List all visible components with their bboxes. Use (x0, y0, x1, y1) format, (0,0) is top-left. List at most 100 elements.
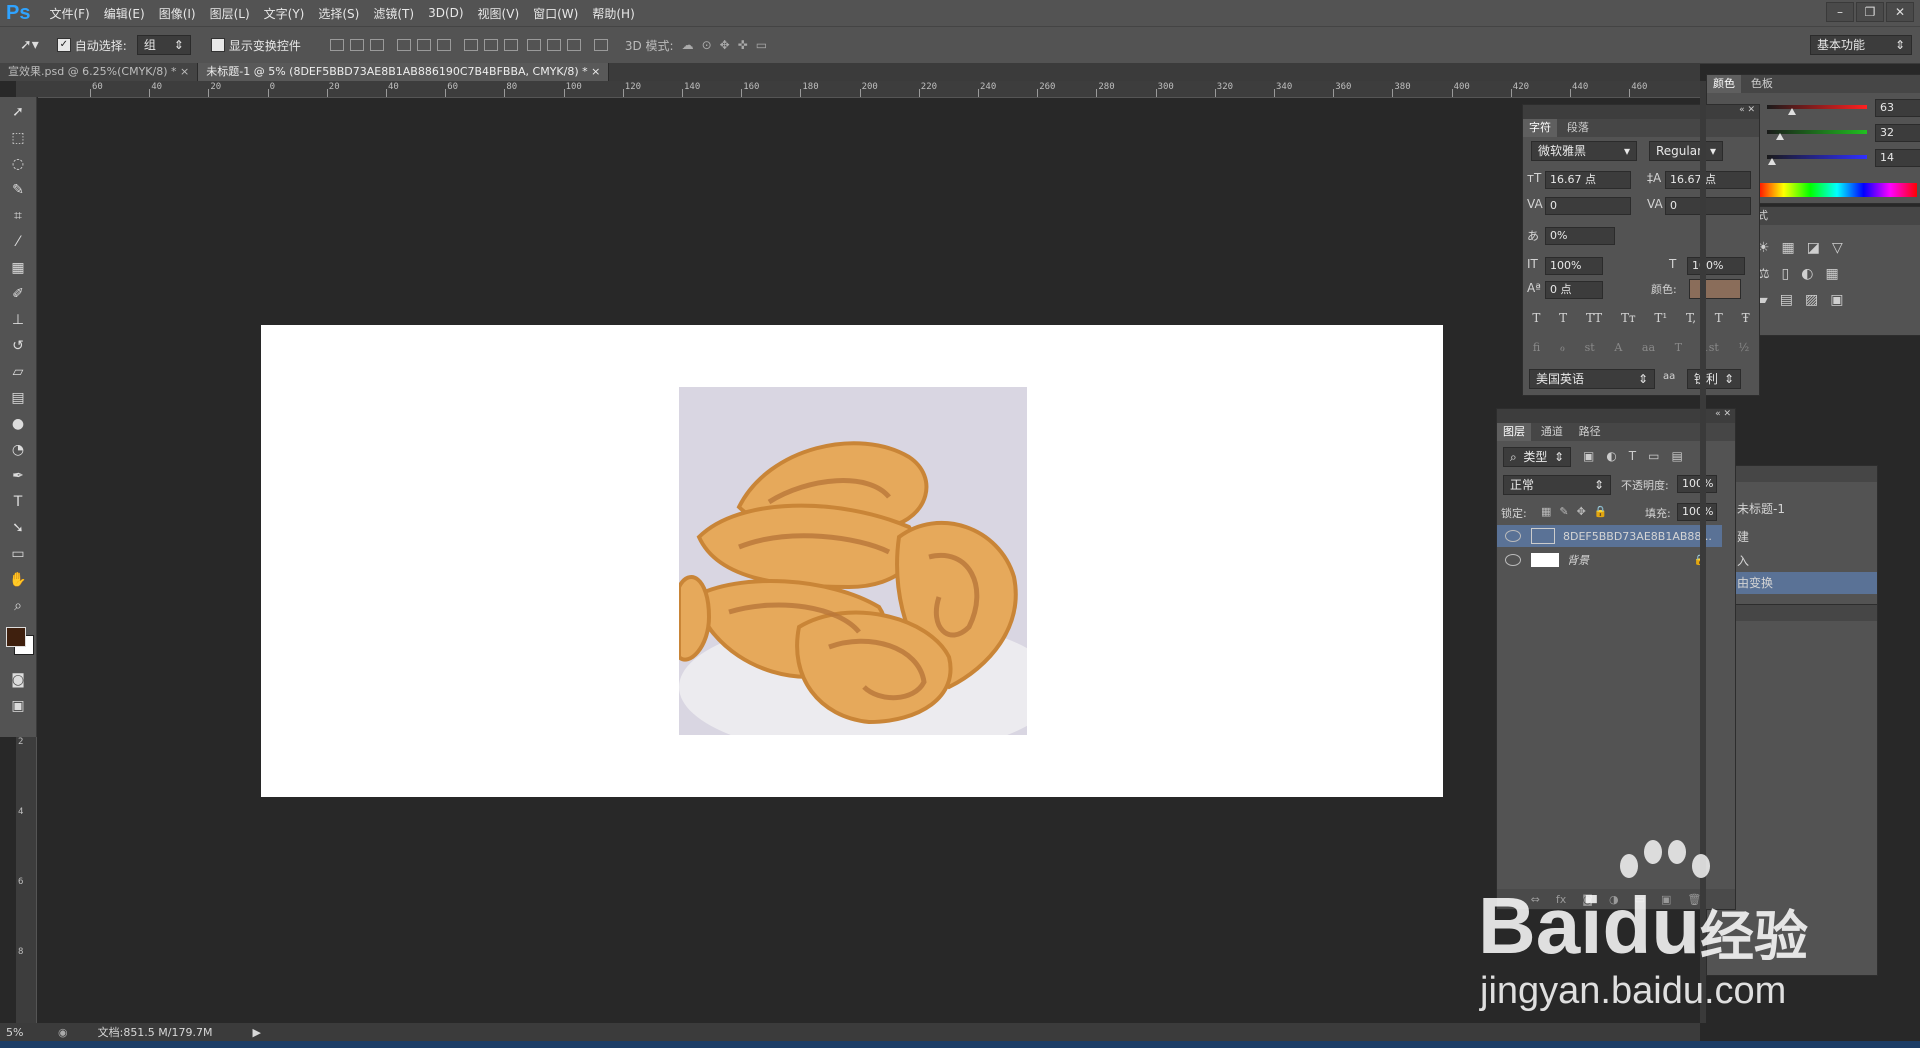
red-slider-thumb[interactable] (1788, 108, 1796, 115)
menu-select[interactable]: 选择(S) (311, 5, 366, 22)
fractions-button[interactable]: ½ (1738, 341, 1749, 354)
eyedropper-tool-icon[interactable]: ⁄ (6, 231, 30, 253)
close-button[interactable]: ✕ (1886, 2, 1914, 22)
distribute-left-icon[interactable] (526, 39, 541, 51)
leading-input[interactable]: 16.67 点 (1665, 171, 1751, 189)
quick-mask-icon[interactable]: ◙ (6, 669, 30, 691)
blend-mode-dropdown[interactable]: 正常 ⇕ (1503, 475, 1611, 495)
pen-tool-icon[interactable]: ✒ (6, 465, 30, 487)
align-left-icon[interactable] (396, 39, 411, 51)
color-spectrum[interactable] (1757, 183, 1917, 197)
opacity-input[interactable]: 100% (1677, 475, 1717, 493)
layer-filter-dropdown[interactable]: ⌕ 类型 ⇕ (1503, 447, 1571, 467)
vertical-scale-input[interactable]: 100% (1545, 257, 1603, 275)
path-select-tool-icon[interactable]: ➘ (6, 517, 30, 539)
tracking-input[interactable]: 0 (1665, 197, 1751, 215)
green-slider-thumb[interactable] (1776, 133, 1784, 140)
distribute-vcenter-icon[interactable] (483, 39, 498, 51)
brush-tool-icon[interactable]: ✐ (6, 283, 30, 305)
layer-filter-icons[interactable]: ▣◐T▭▤ (1583, 449, 1695, 463)
red-slider[interactable] (1767, 105, 1867, 115)
titling-button[interactable]: T (1675, 341, 1682, 354)
green-value[interactable]: 32 (1875, 124, 1920, 142)
alt-ligatures-button[interactable]: ℴ (1560, 341, 1565, 354)
tsume-input[interactable]: 0% (1545, 227, 1615, 245)
menu-type[interactable]: 文字(Y) (257, 5, 312, 22)
eraser-tool-icon[interactable]: ▱ (6, 361, 30, 383)
menu-layer[interactable]: 图层(L) (203, 5, 257, 22)
menu-window[interactable]: 窗口(W) (526, 5, 585, 22)
align-bottom-icon[interactable] (369, 39, 384, 51)
auto-select-dropdown[interactable]: 组 ⇕ (136, 35, 191, 55)
kerning-input[interactable]: 0 (1545, 197, 1631, 215)
auto-align-icon[interactable] (593, 39, 608, 51)
fill-input[interactable]: 100% (1677, 503, 1717, 521)
gradient-tool-icon[interactable]: ▤ (6, 387, 30, 409)
align-hcenter-icon[interactable] (416, 39, 431, 51)
show-transform-checkbox[interactable] (210, 38, 225, 52)
align-right-icon[interactable] (436, 39, 451, 51)
font-style-dropdown[interactable]: Regular ▾ (1649, 141, 1723, 161)
panel-collapse-icon[interactable]: « ✕ (1523, 105, 1759, 119)
subscript-button[interactable]: T, (1686, 311, 1696, 325)
workspace-dropdown[interactable]: 基本功能 ⇕ (1810, 35, 1912, 55)
close-icon[interactable]: × (591, 65, 600, 78)
faux-bold-button[interactable]: T (1532, 311, 1540, 325)
healing-brush-tool-icon[interactable]: ▦ (6, 257, 30, 279)
tab-layers[interactable]: 图层 (1497, 423, 1531, 441)
underline-button[interactable]: T (1715, 311, 1723, 325)
distribute-top-icon[interactable] (463, 39, 478, 51)
placed-image-snacks[interactable] (679, 387, 1027, 735)
layer-row[interactable]: 背景 🔒 (1497, 549, 1722, 571)
align-vcenter-icon[interactable] (349, 39, 364, 51)
blue-value[interactable]: 14 (1875, 149, 1920, 167)
zoom-level[interactable]: 5% (6, 1026, 50, 1039)
shape-tool-icon[interactable]: ▭ (6, 543, 30, 565)
tab-character[interactable]: 字符 (1523, 119, 1557, 137)
screen-mode-icon[interactable]: ▣ (6, 695, 30, 717)
horizontal-scale-input[interactable]: 100% (1687, 257, 1745, 275)
hand-tool-icon[interactable]: ✋ (6, 569, 30, 591)
tab-document-2[interactable]: 未标题-1 @ 5% (8DEF5BBD73AE8B1AB886190C7B4B… (198, 63, 610, 81)
ligatures-button[interactable]: fi (1533, 341, 1540, 354)
foreground-color-swatch[interactable] (6, 627, 26, 647)
text-color-swatch[interactable] (1689, 279, 1741, 299)
baseline-shift-input[interactable]: 0 点 (1545, 281, 1603, 299)
green-slider[interactable] (1767, 130, 1867, 140)
status-menu-arrow[interactable]: ▶ (252, 1026, 260, 1039)
distribute-bottom-icon[interactable] (503, 39, 518, 51)
blue-slider-thumb[interactable] (1768, 158, 1776, 165)
superscript-button[interactable]: T¹ (1654, 311, 1667, 325)
close-icon[interactable]: × (180, 65, 189, 78)
menu-3d[interactable]: 3D(D) (421, 6, 470, 20)
move-tool-preset-icon[interactable]: ➚▾ (20, 37, 39, 53)
lasso-tool-icon[interactable]: ◌ (6, 153, 30, 175)
tab-color[interactable]: 颜色 (1707, 75, 1741, 93)
menu-filter[interactable]: 滤镜(T) (366, 5, 421, 22)
stamp-tool-icon[interactable]: ⊥ (6, 309, 30, 331)
all-caps-button[interactable]: TT (1586, 311, 1602, 325)
antialias-dropdown[interactable]: 锐利 ⇕ (1687, 369, 1741, 389)
menu-help[interactable]: 帮助(H) (585, 5, 641, 22)
type-tool-icon[interactable]: T (6, 491, 30, 513)
3d-mode-icons[interactable]: ☁⊙✥✜▭ (682, 38, 776, 52)
history-item[interactable]: 入 (1737, 552, 1749, 569)
eye-icon[interactable] (1505, 530, 1521, 542)
tab-paths[interactable]: 路径 (1573, 423, 1607, 441)
menu-file[interactable]: 文件(F) (42, 5, 96, 22)
blue-slider[interactable] (1767, 155, 1867, 165)
tab-paragraph[interactable]: 段落 (1561, 119, 1595, 137)
tab-channels[interactable]: 通道 (1535, 423, 1569, 441)
eye-icon[interactable] (1505, 554, 1521, 566)
minimize-button[interactable]: – (1826, 2, 1854, 22)
menu-view[interactable]: 视图(V) (471, 5, 527, 22)
swash-button[interactable]: A (1614, 341, 1622, 354)
lock-icons[interactable]: ▦✎✥🔒 (1541, 505, 1616, 518)
history-brush-tool-icon[interactable]: ↺ (6, 335, 30, 357)
crop-tool-icon[interactable]: ⌗ (6, 205, 30, 227)
strikethrough-button[interactable]: Ŧ (1742, 311, 1750, 325)
language-dropdown[interactable]: 美国英语 ⇕ (1529, 369, 1655, 389)
old-style-button[interactable]: st (1585, 341, 1595, 354)
dodge-tool-icon[interactable]: ◔ (6, 439, 30, 461)
stylistic-alt-button[interactable]: aa (1642, 341, 1655, 354)
